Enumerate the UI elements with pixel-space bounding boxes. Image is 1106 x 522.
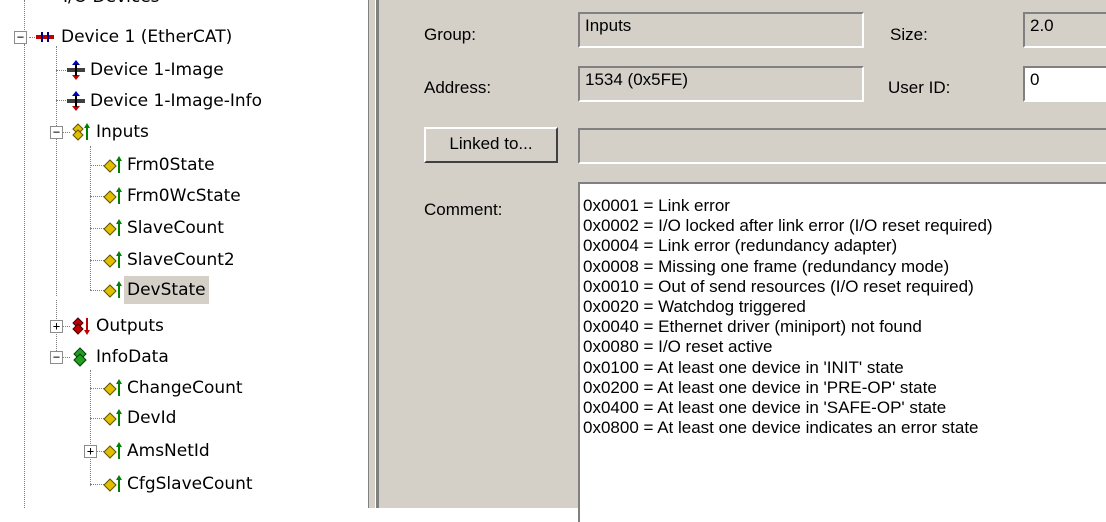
comment-label: Comment:: [424, 200, 503, 219]
ethercat-device-icon: [36, 32, 54, 42]
infodata-group-icon: [73, 347, 87, 367]
input-variable-icon: [103, 442, 122, 459]
tree-item-slavecount[interactable]: SlaveCount: [0, 214, 368, 242]
pane-splitter[interactable]: [368, 0, 376, 508]
tree-item-outputs[interactable]: + Outputs: [0, 312, 368, 340]
size-field: 2.0: [1023, 12, 1106, 48]
comment-textarea[interactable]: 0x0001 = Link error 0x0002 = I/O locked …: [578, 182, 1106, 522]
tree-item-device-1-image[interactable]: Device 1-Image: [0, 56, 368, 84]
comment-line: 0x0020 = Watchdog triggered: [583, 297, 806, 317]
comment-line: 0x0010 = Out of send resources (I/O rese…: [583, 276, 974, 296]
comment-line: 0x0001 = Link error: [583, 196, 730, 215]
tree-item-device-1-image-info[interactable]: Device 1-Image-Info: [0, 87, 368, 115]
input-variable-icon: [103, 156, 122, 173]
input-variable-icon: [103, 379, 122, 396]
inputs-group-icon: [72, 123, 90, 141]
userid-input[interactable]: 0: [1023, 66, 1106, 102]
tree-item-frm0wcstate[interactable]: Frm0WcState: [0, 182, 368, 210]
comment-line: 0x0200 = At least one device in 'PRE-OP'…: [583, 377, 937, 397]
tree-item-changecount[interactable]: ChangeCount: [0, 374, 368, 402]
group-label: Group:: [424, 25, 476, 44]
process-image-icon: [67, 91, 85, 111]
input-variable-icon: [103, 409, 122, 426]
comment-line: 0x0100 = At least one device in 'INIT' s…: [583, 357, 904, 377]
input-variable-icon: [103, 251, 122, 268]
collapse-toggle[interactable]: −: [50, 126, 63, 139]
comment-line: 0x0400 = At least one device in 'SAFE-OP…: [583, 398, 947, 418]
input-variable-icon: [103, 281, 122, 298]
input-variable-icon: [103, 187, 122, 204]
input-variable-icon: [103, 219, 122, 236]
input-variable-icon: [103, 475, 122, 492]
address-field: 1534 (0x5FE): [578, 66, 864, 102]
linked-to-field: [578, 128, 1106, 164]
tree-item-amsnetid[interactable]: + AmsNetId: [0, 437, 368, 465]
tree-item-cfgslavecount[interactable]: CfgSlaveCount: [0, 470, 368, 498]
variable-properties-panel: Group: Inputs Size: 2.0 Address: 1534 (0…: [379, 0, 1106, 522]
process-image-icon: [67, 60, 85, 80]
collapse-toggle[interactable]: −: [50, 351, 63, 364]
comment-line: 0x0800 = At least one device indicates a…: [583, 418, 979, 438]
expand-toggle[interactable]: +: [50, 320, 63, 333]
collapse-toggle[interactable]: −: [14, 31, 27, 44]
tree-item-devid[interactable]: DevId: [0, 404, 368, 432]
size-label: Size:: [890, 25, 928, 44]
userid-label: User ID:: [888, 78, 951, 97]
tree-item-inputs[interactable]: − Inputs: [0, 118, 368, 146]
comment-line: 0x0002 = I/O locked after link error (I/…: [583, 216, 993, 236]
address-label: Address:: [424, 78, 492, 97]
comment-line: 0x0080 = I/O reset active: [583, 337, 773, 357]
outputs-group-icon: [72, 317, 90, 335]
tree-item-infodata[interactable]: − InfoData: [0, 343, 368, 371]
comment-line: 0x0040 = Ethernet driver (miniport) not …: [583, 317, 922, 337]
tree-item-slavecount2[interactable]: SlaveCount2: [0, 246, 368, 274]
tree-item-devstate[interactable]: DevState: [0, 276, 368, 304]
device-tree: I/O Devices − Device 1 (EtherCAT): [0, 0, 368, 508]
comment-line: 0x0008 = Missing one frame (redundancy m…: [583, 256, 950, 276]
linked-to-button[interactable]: Linked to...: [424, 127, 558, 163]
tree-item-frm0state[interactable]: Frm0State: [0, 151, 368, 179]
group-field: Inputs: [578, 12, 864, 48]
tree-item-device-1[interactable]: − Device 1 (EtherCAT): [0, 23, 368, 51]
comment-line: 0x0004 = Link error (redundancy adapter): [583, 236, 898, 256]
expand-toggle[interactable]: +: [84, 445, 97, 458]
